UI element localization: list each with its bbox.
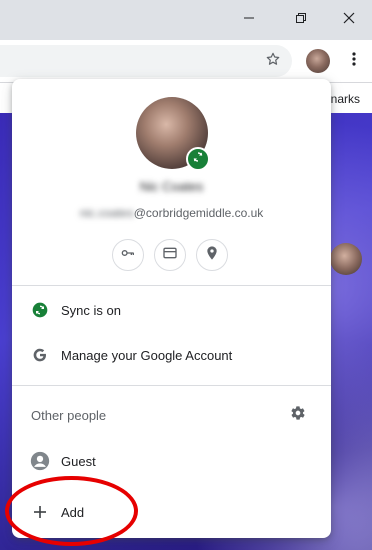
manage-account-label: Manage your Google Account [61,347,233,363]
browser-toolbar [0,40,372,83]
address-bar[interactable] [0,45,292,77]
avatar [306,49,330,73]
profile-name: Nic Coates [139,179,204,194]
bookmark-star-button[interactable] [259,47,287,75]
add-person-row[interactable]: Add [12,492,331,532]
gear-icon [290,405,306,426]
quick-actions [112,239,228,271]
minimize-icon [243,11,255,29]
star-icon [265,51,281,72]
restore-icon [295,11,307,29]
manage-people-button[interactable] [288,405,308,425]
page-avatar [330,243,362,275]
passwords-button[interactable] [112,239,144,271]
sync-badge [186,147,210,171]
profile-button[interactable] [304,47,332,75]
close-window-button[interactable] [326,0,372,40]
sync-status-icon [30,300,50,320]
add-label: Add [61,504,85,520]
guest-avatar-icon [30,451,50,471]
email-domain: @corbridgemiddle.co.uk [133,206,264,220]
sync-row[interactable]: Sync is on [12,290,331,330]
email-user: nic.coates [79,206,134,220]
guest-row[interactable]: Guest [12,441,331,481]
bookmarks-label[interactable]: narks [331,92,360,106]
sync-label: Sync is on [61,302,121,318]
other-people-heading: Other people [31,408,107,423]
key-icon [120,245,136,266]
location-pin-icon [204,245,220,266]
chrome-menu-button[interactable] [340,47,368,75]
title-bar [0,0,372,40]
close-icon [343,11,355,29]
kebab-menu-icon [352,51,356,72]
payment-methods-button[interactable] [154,239,186,271]
addresses-button[interactable] [196,239,228,271]
minimize-button[interactable] [226,0,272,40]
profile-email: nic.coates@corbridgemiddle.co.uk [12,206,331,220]
divider [12,285,331,286]
plus-icon [30,502,50,522]
google-g-icon [30,345,50,365]
divider [12,385,331,386]
guest-label: Guest [61,453,96,469]
sync-icon [192,150,204,168]
restore-button[interactable] [278,0,324,40]
profile-menu: Nic Coates nic.coates@corbridgemiddle.co… [12,79,331,538]
manage-account-row[interactable]: Manage your Google Account [12,335,331,375]
credit-card-icon [162,245,178,266]
